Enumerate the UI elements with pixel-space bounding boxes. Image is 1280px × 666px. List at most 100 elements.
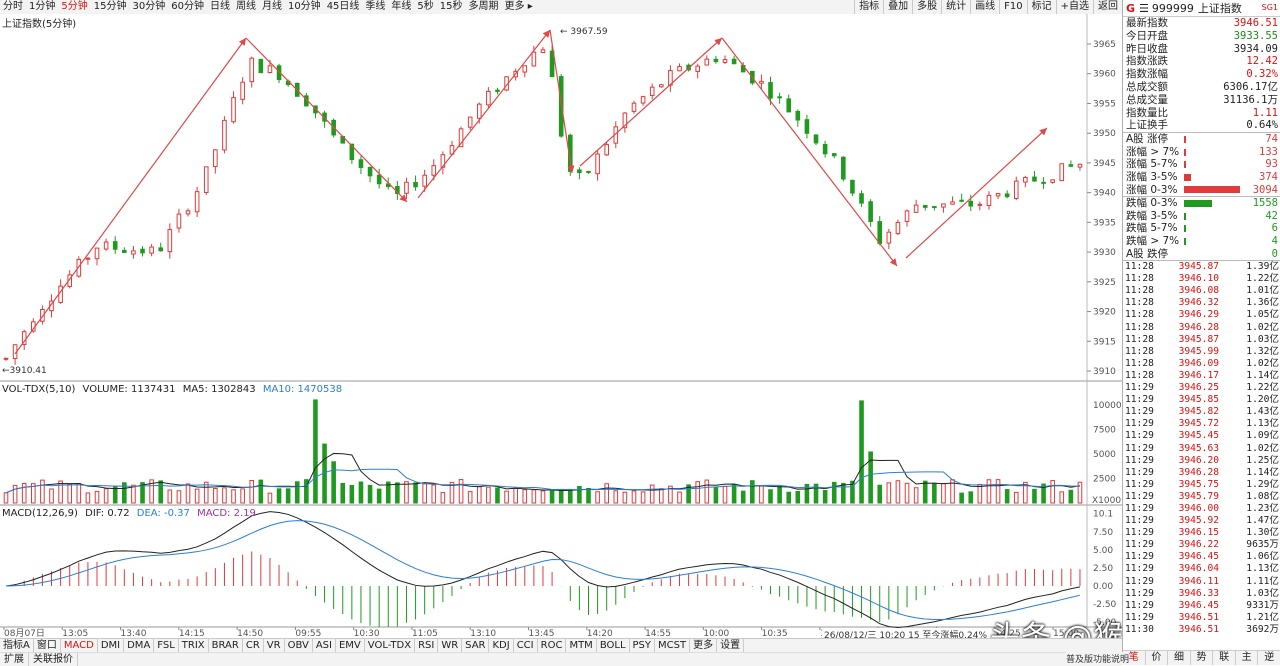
period-tab[interactable]: 5秒 bbox=[414, 0, 436, 14]
price-tick-label: 3960 bbox=[1093, 70, 1116, 80]
volume-bar bbox=[995, 479, 1001, 504]
volume-bar bbox=[422, 483, 427, 504]
panel-tab[interactable]: 主 bbox=[1236, 651, 1259, 665]
tool-button[interactable]: 统计 bbox=[941, 0, 971, 14]
favorite-star[interactable]: G bbox=[1126, 2, 1135, 15]
period-tab[interactable]: 30分钟 bbox=[129, 0, 168, 14]
feature-hint[interactable]: 普及版功能说明 bbox=[1066, 652, 1130, 665]
indicator-tab[interactable]: DMA bbox=[124, 639, 155, 652]
volume-bar bbox=[795, 490, 801, 504]
period-tab[interactable]: 15秒 bbox=[437, 0, 466, 14]
dist-count: 42 bbox=[1265, 209, 1278, 222]
indicator-tab[interactable]: TRIX bbox=[179, 639, 209, 652]
period-tab[interactable]: 多周期 bbox=[466, 0, 502, 14]
tick-volume: 1.02亿 bbox=[1246, 321, 1279, 333]
indicator-tab[interactable]: OBV bbox=[285, 639, 313, 652]
indicator-tab[interactable]: BRAR bbox=[209, 639, 243, 652]
period-tab[interactable]: 月线 bbox=[259, 0, 285, 14]
tool-button[interactable]: 标记 bbox=[1026, 0, 1056, 14]
indicator-tab[interactable]: ASI bbox=[313, 639, 336, 652]
expand-tab[interactable]: 关联报价 bbox=[29, 653, 78, 666]
volume-bar bbox=[968, 491, 974, 504]
tick-volume: 1.13亿 bbox=[1246, 418, 1279, 430]
tool-button[interactable]: 指标 bbox=[854, 0, 884, 14]
tool-button[interactable]: 画线 bbox=[970, 0, 1000, 14]
dist-count: 133 bbox=[1259, 145, 1278, 158]
high-label: ← 3967.59 bbox=[560, 27, 608, 37]
expand-tab[interactable]: 扩展 bbox=[0, 653, 29, 666]
indicator-tab[interactable]: MACD bbox=[61, 639, 98, 652]
price-tick-label: 3920 bbox=[1093, 308, 1116, 318]
candle-body bbox=[659, 84, 664, 88]
tool-button[interactable]: 返回 bbox=[1093, 0, 1122, 14]
indicator-tab[interactable]: KDJ bbox=[489, 639, 514, 652]
period-tab[interactable]: 周线 bbox=[233, 0, 259, 14]
volume-bar bbox=[567, 488, 573, 504]
tick-row: 11:28 3946.29 1.05亿 bbox=[1123, 309, 1280, 321]
indicator-tab[interactable]: VOL-TDX bbox=[365, 639, 416, 652]
candle-body bbox=[1059, 163, 1065, 182]
indicator-tab[interactable]: DMI bbox=[98, 639, 125, 652]
indicator-tab[interactable]: PSY bbox=[630, 639, 656, 652]
tool-button[interactable]: 叠加 bbox=[883, 0, 913, 14]
indicator-tab[interactable]: SAR bbox=[462, 639, 490, 652]
volume-bar bbox=[740, 490, 746, 504]
period-tab[interactable]: 10分钟 bbox=[285, 0, 324, 14]
tick-volume: 1.29亿 bbox=[1246, 478, 1279, 490]
candle-body bbox=[522, 65, 528, 73]
candle-body bbox=[495, 89, 500, 92]
volume-bar bbox=[240, 488, 245, 504]
period-tab[interactable]: 1分钟 bbox=[26, 0, 58, 14]
stat-value: 0.32% bbox=[1246, 68, 1278, 81]
period-tab[interactable]: 45日线 bbox=[324, 0, 363, 14]
candle-body bbox=[759, 80, 764, 84]
indicator-tab[interactable]: 更多 bbox=[690, 639, 718, 652]
volume-bar bbox=[349, 485, 355, 504]
period-tab[interactable]: 5分钟 bbox=[58, 0, 90, 14]
indicator-tab[interactable]: MTM bbox=[566, 639, 597, 652]
indicator-tab[interactable]: ROC bbox=[538, 639, 567, 652]
indicator-tab[interactable]: 设置 bbox=[717, 639, 745, 652]
panel-tab[interactable]: 细 bbox=[1168, 651, 1191, 665]
indicator-tab[interactable]: VR bbox=[264, 639, 285, 652]
candle-body bbox=[841, 156, 846, 180]
indicator-tab[interactable]: CCI bbox=[514, 639, 538, 652]
period-tab[interactable]: 年线 bbox=[388, 0, 414, 14]
dist-count: 6 bbox=[1271, 222, 1278, 235]
tick-time: 11:28 bbox=[1125, 321, 1154, 333]
period-tab[interactable]: 季线 bbox=[362, 0, 388, 14]
panel-tab[interactable]: 价 bbox=[1146, 651, 1169, 665]
panel-tab[interactable]: 逆 bbox=[1258, 651, 1280, 665]
indicator-tab[interactable]: EMV bbox=[336, 639, 365, 652]
tick-row: 11:28 3946.17 1.14亿 bbox=[1123, 370, 1280, 382]
dist-bar-track bbox=[1184, 173, 1244, 182]
indicator-tab[interactable]: WR bbox=[438, 639, 463, 652]
tool-button[interactable]: F10 bbox=[999, 0, 1027, 14]
dist-bar bbox=[1184, 237, 1186, 245]
dist-row: 涨幅 > 7% 133 bbox=[1123, 146, 1280, 159]
period-tab[interactable]: 60分钟 bbox=[168, 0, 207, 14]
tool-button[interactable]: 多股 bbox=[912, 0, 942, 14]
panel-tab[interactable]: 势 bbox=[1191, 651, 1214, 665]
indicator-tab[interactable]: CR bbox=[243, 639, 264, 652]
indicator-tab[interactable]: MCST bbox=[655, 639, 691, 652]
indicator-tab[interactable]: BOLL bbox=[597, 639, 630, 652]
period-tab[interactable]: 日线 bbox=[207, 0, 233, 14]
period-tab[interactable]: 15分钟 bbox=[91, 0, 130, 14]
panel-tab[interactable]: 联 bbox=[1213, 651, 1236, 665]
dist-bar-track bbox=[1184, 249, 1244, 258]
kline-chart[interactable]: 3965 3960 3955 3950 3945 3940 3935 3930 3925 3920… bbox=[0, 14, 1122, 638]
tick-list[interactable]: 11:28 3945.87 1.39亿 11:28 3946.10 1.22亿 11:28 3… bbox=[1123, 261, 1280, 636]
period-tab[interactable]: 分时 bbox=[0, 0, 26, 14]
price-tick-label: 3965 bbox=[1093, 40, 1116, 50]
menu-icon[interactable]: ☰ bbox=[1139, 2, 1149, 15]
tick-row: 11:29 3946.15 1.30亿 bbox=[1123, 527, 1280, 539]
indicator-tab[interactable]: RSI bbox=[415, 639, 439, 652]
indicator-tab[interactable]: 窗口 bbox=[34, 639, 61, 652]
tick-price: 3945.99 bbox=[1178, 345, 1219, 357]
indicator-tabbar: 指标A 窗口 MACD DMI DMA FSL TRIX BRAR CR VR OBV ASI EMV V… bbox=[0, 638, 1122, 666]
indicator-tab[interactable]: 指标A bbox=[0, 639, 34, 652]
tool-button[interactable]: +自选 bbox=[1055, 0, 1093, 14]
indicator-tab[interactable]: FSL bbox=[154, 639, 179, 652]
period-tab[interactable]: 更多 ▸ bbox=[502, 0, 536, 14]
